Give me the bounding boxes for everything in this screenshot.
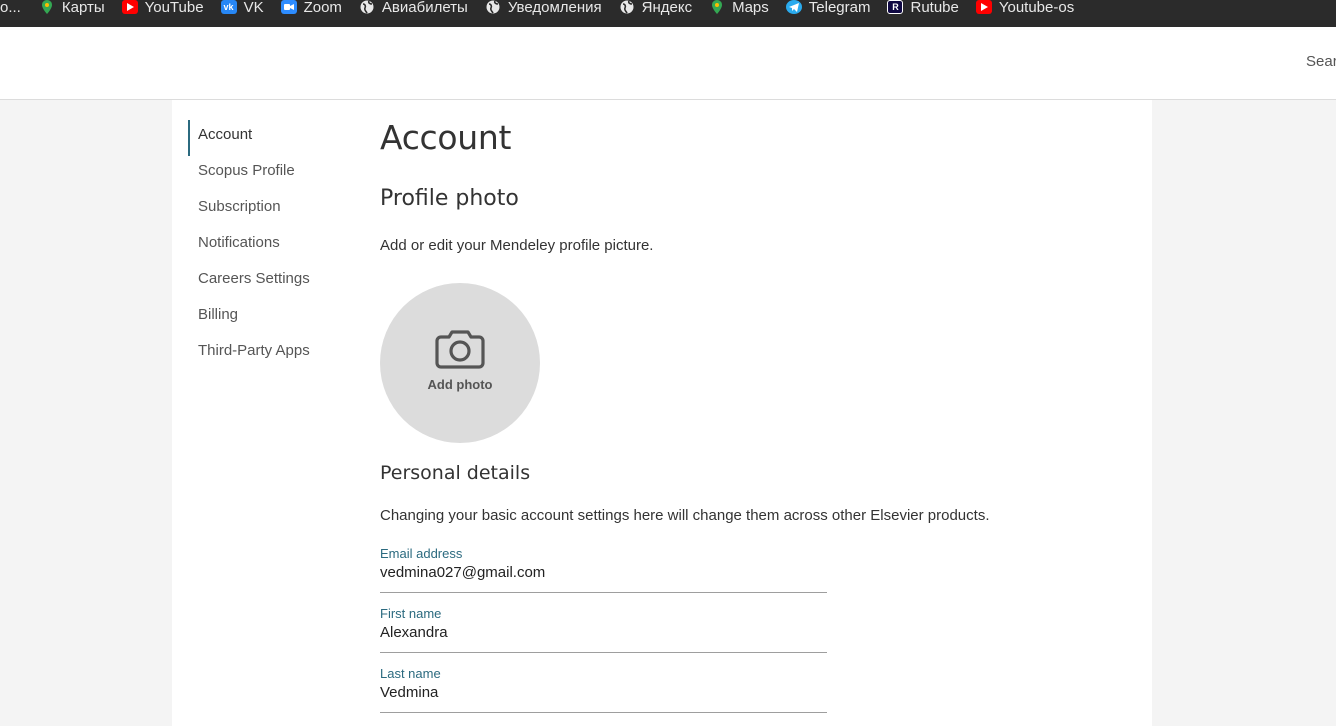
bookmark-label: Карты <box>61 0 105 16</box>
bookmark-vk[interactable]: vk VK <box>220 0 264 27</box>
bookmark-label: Zoom <box>303 0 342 16</box>
bookmark-truncated[interactable]: о... <box>0 0 21 27</box>
first-name-value[interactable]: Alexandra <box>380 624 827 641</box>
bookmark-label: Rutube <box>910 0 959 16</box>
profile-photo-description: Add or edit your Mendeley profile pictur… <box>380 237 654 254</box>
sidebar-item-careers-settings[interactable]: Careers Settings <box>188 264 358 300</box>
sidebar-item-subscription[interactable]: Subscription <box>188 192 358 228</box>
zoom-icon <box>280 0 297 14</box>
sidebar-item-account[interactable]: Account <box>188 120 358 156</box>
email-field[interactable]: Email address vedmina027@gmail.com <box>380 546 827 593</box>
vk-icon: vk <box>220 0 237 14</box>
sidebar-item-billing[interactable]: Billing <box>188 300 358 336</box>
bookmark-label: VK <box>243 0 264 16</box>
last-name-value[interactable]: Vedmina <box>380 684 827 701</box>
maps-pin-icon <box>39 0 55 14</box>
camera-icon <box>435 329 485 369</box>
bookmark-label: Авиабилеты <box>381 0 468 16</box>
bookmark-label: Telegram <box>808 0 871 16</box>
sidebar-item-notifications[interactable]: Notifications <box>188 228 358 264</box>
first-name-field[interactable]: First name Alexandra <box>380 606 827 653</box>
profile-photo-heading: Profile photo <box>380 186 519 211</box>
add-photo-button[interactable]: Add photo <box>380 283 540 443</box>
sidebar-item-scopus-profile[interactable]: Scopus Profile <box>188 156 358 192</box>
bookmark-uvedomleniya[interactable]: Уведомления <box>485 0 602 27</box>
personal-details-heading: Personal details <box>380 462 531 484</box>
globe-icon <box>619 0 635 14</box>
bookmarks-bar: о... Карты YouTube vk VK Zoom Авиабилеты… <box>0 0 1336 27</box>
last-name-field[interactable]: Last name Vedmina <box>380 666 827 713</box>
bookmark-label: о... <box>0 0 21 16</box>
bookmark-karty[interactable]: Карты <box>39 0 105 27</box>
bookmark-label: Maps <box>732 0 769 16</box>
maps-pin-icon <box>709 0 725 14</box>
bookmark-youtube[interactable]: YouTube <box>121 0 204 27</box>
account-panel: Account Scopus Profile Subscription Noti… <box>172 100 1152 726</box>
bookmark-maps[interactable]: Maps <box>709 0 769 27</box>
bookmark-label: Яндекс <box>641 0 693 16</box>
globe-icon <box>485 0 501 14</box>
rutube-icon: R <box>887 0 904 14</box>
bookmark-label: YouTube <box>144 0 204 16</box>
bookmark-label: Youtube-os <box>998 0 1075 16</box>
youtube-icon <box>121 0 138 14</box>
email-label: Email address <box>380 546 463 561</box>
first-name-label: First name <box>380 606 442 621</box>
youtube-icon <box>975 0 992 14</box>
bookmark-youtube-os[interactable]: Youtube-os <box>975 0 1075 27</box>
bookmark-zoom[interactable]: Zoom <box>280 0 342 27</box>
page-title: Account <box>380 118 512 157</box>
site-header: Searc <box>0 27 1336 100</box>
last-name-label: Last name <box>380 666 441 681</box>
bookmark-rutube[interactable]: R Rutube <box>887 0 959 27</box>
globe-icon <box>359 0 375 14</box>
personal-details-description: Changing your basic account settings her… <box>380 507 990 524</box>
settings-sidebar: Account Scopus Profile Subscription Noti… <box>188 120 358 372</box>
bookmark-yandex[interactable]: Яндекс <box>619 0 692 27</box>
telegram-icon <box>785 0 802 14</box>
bookmark-telegram[interactable]: Telegram <box>785 0 871 27</box>
search-link[interactable]: Searc <box>1306 53 1336 70</box>
email-value[interactable]: vedmina027@gmail.com <box>380 564 827 581</box>
sidebar-item-third-party-apps[interactable]: Third-Party Apps <box>188 336 358 372</box>
bookmark-label: Уведомления <box>507 0 602 16</box>
bookmark-aviabilety[interactable]: Авиабилеты <box>359 0 468 27</box>
add-photo-label: Add photo <box>427 376 493 392</box>
